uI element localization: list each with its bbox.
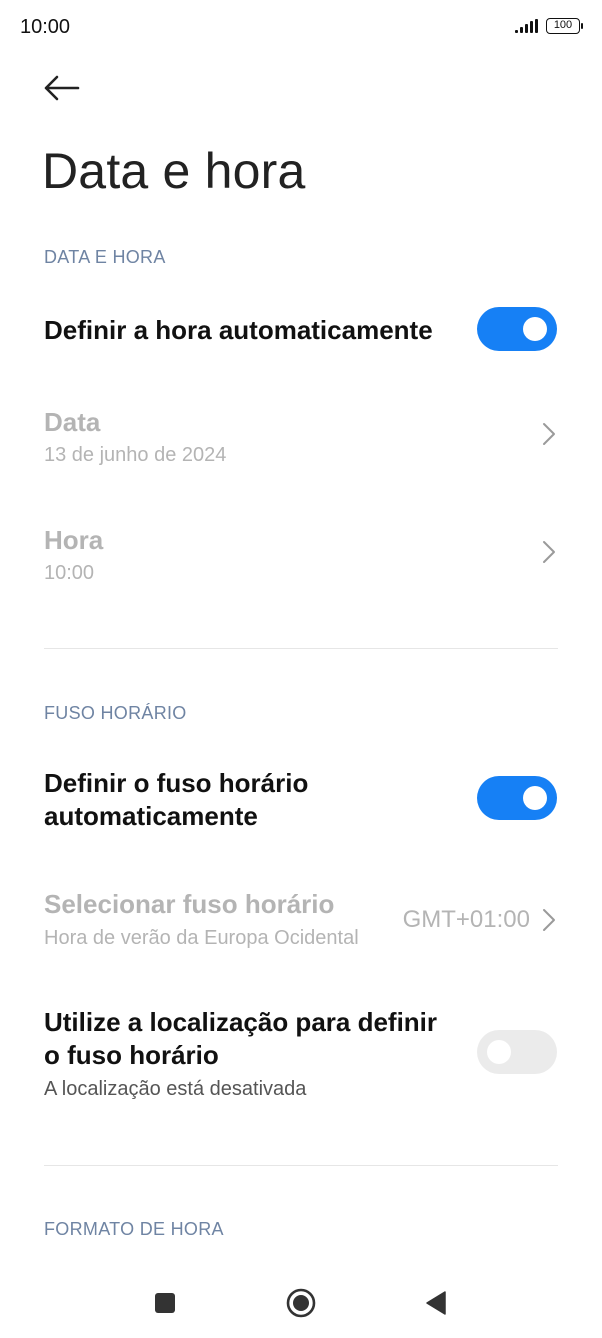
use-location-subtitle: A localização está desativada (44, 1078, 307, 1100)
toggle-knob (487, 1040, 511, 1064)
battery-icon: 100 (546, 18, 583, 34)
timezone-value: GMT+01:00 (402, 906, 530, 933)
select-timezone-row[interactable]: Selecionar fuso horário Hora de verão da… (0, 884, 602, 964)
time-row[interactable]: Hora 10:00 (0, 518, 602, 598)
use-location-toggle[interactable] (477, 1030, 557, 1074)
date-row[interactable]: Data 13 de junho de 2024 (0, 400, 602, 480)
chevron-right-icon (543, 541, 555, 563)
section-header-date-time: DATA E HORA (44, 247, 166, 267)
auto-timezone-toggle[interactable] (477, 776, 557, 820)
back-triangle-icon (426, 1291, 446, 1315)
divider (44, 648, 558, 649)
home-icon (286, 1288, 316, 1318)
use-location-label-line2: o fuso horário (44, 1040, 219, 1070)
settings-screen: 10:00 100 Data e hora DATA E HORA Defini… (0, 0, 602, 1338)
home-button[interactable] (281, 1286, 321, 1320)
nav-back-button[interactable] (416, 1286, 456, 1320)
toggle-knob (523, 786, 547, 810)
use-location-row[interactable]: Utilize a localização para definir o fus… (0, 1002, 602, 1112)
use-location-label-line1: Utilize a localização para definir (44, 1007, 438, 1037)
date-value: 13 de junho de 2024 (44, 444, 227, 466)
time-value: 10:00 (44, 562, 95, 584)
auto-timezone-label-line1: Definir o fuso horário (44, 768, 309, 798)
auto-time-toggle[interactable] (477, 307, 557, 351)
signal-icon (515, 19, 538, 33)
divider (44, 1165, 558, 1166)
section-header-timezone: FUSO HORÁRIO (44, 703, 187, 723)
battery-level: 100 (553, 19, 573, 31)
time-label: Hora (44, 525, 104, 555)
date-label: Data (44, 407, 101, 437)
auto-time-label: Definir a hora automaticamente (44, 315, 433, 345)
status-time: 10:00 (20, 16, 71, 38)
toggle-knob (523, 317, 547, 341)
recent-apps-icon (155, 1293, 175, 1313)
chevron-right-icon (543, 423, 555, 445)
auto-timezone-row[interactable]: Definir o fuso horário automaticamente (0, 760, 602, 840)
chevron-right-icon (543, 909, 555, 931)
select-timezone-label: Selecionar fuso horário (44, 889, 335, 919)
select-timezone-subtitle: Hora de verão da Europa Ocidental (44, 927, 359, 949)
status-icons: 100 (515, 18, 583, 34)
section-header-time-format: FORMATO DE HORA (44, 1219, 224, 1239)
auto-time-row[interactable]: Definir a hora automaticamente (0, 300, 602, 364)
page-title: Data e hora (42, 143, 306, 199)
back-button[interactable] (40, 70, 84, 106)
auto-timezone-label-line2: automaticamente (44, 801, 258, 831)
back-arrow-icon (44, 75, 80, 101)
recent-apps-button[interactable] (145, 1286, 185, 1320)
